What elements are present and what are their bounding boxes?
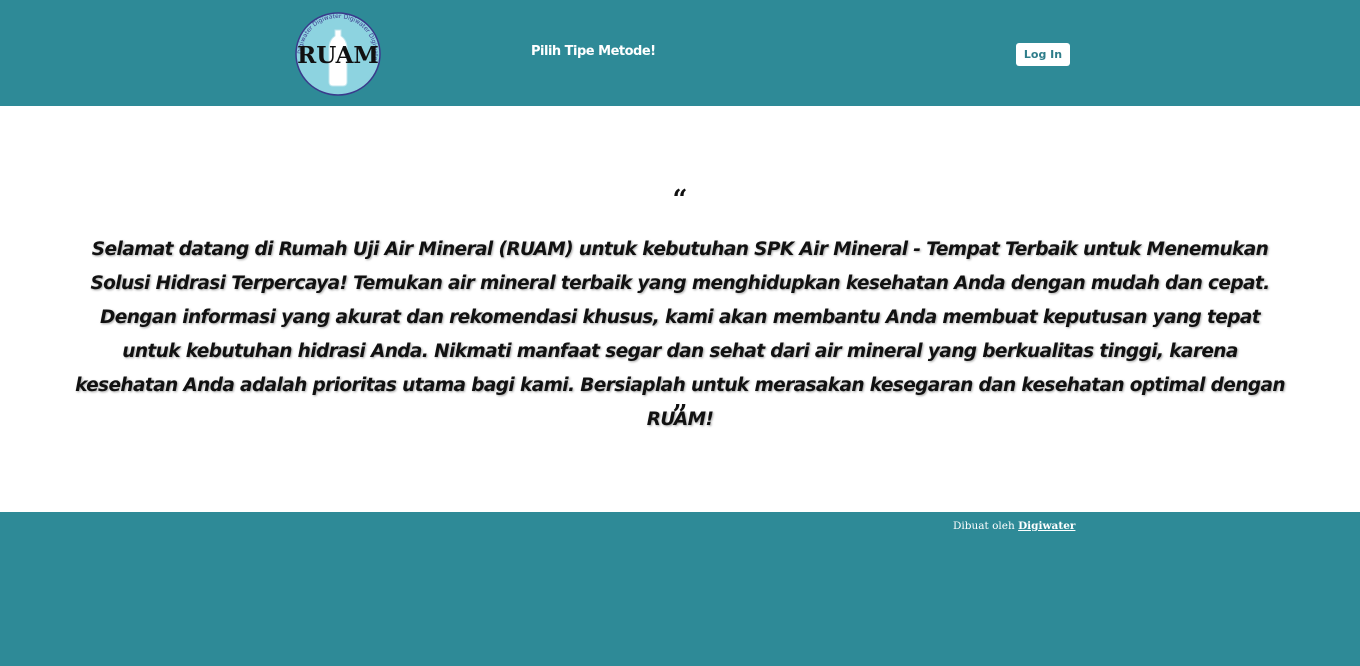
- open-quote-mark: “: [672, 185, 688, 215]
- site-footer: Dibuat oleh Digiwater: [0, 512, 1360, 666]
- credit-prefix: Dibuat oleh: [953, 520, 1019, 532]
- logo-graphic: Digiwater Digiwater Digiwater Digiwater …: [295, 12, 381, 96]
- logo-text: RUAM: [297, 42, 379, 69]
- site-header: Digiwater Digiwater Digiwater Digiwater …: [0, 0, 1360, 106]
- nav-choose-method[interactable]: Pilih Tipe Metode!: [531, 44, 656, 59]
- footer-credit: Dibuat oleh Digiwater: [953, 520, 1075, 532]
- ruam-logo[interactable]: Digiwater Digiwater Digiwater Digiwater …: [295, 12, 381, 96]
- close-quote-mark: ”: [672, 400, 688, 430]
- hero-section: “ Selamat datang di Rumah Uji Air Minera…: [0, 106, 1360, 512]
- login-button[interactable]: Log In: [1016, 43, 1070, 66]
- digiwater-link[interactable]: Digiwater: [1018, 520, 1075, 532]
